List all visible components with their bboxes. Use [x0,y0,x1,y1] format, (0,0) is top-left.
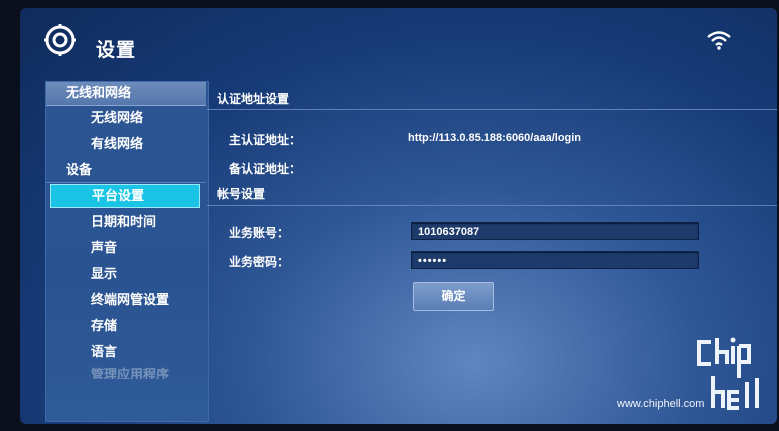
sidebar-item-sound[interactable]: 声音 [46,237,206,261]
backup-auth-label: 备认证地址： [229,162,302,176]
section-divider [207,109,777,110]
sidebar-item-wireless-network-group[interactable]: 无线和网络 [46,82,206,106]
account-section-title: 帐号设置 [217,187,266,201]
password-input[interactable]: •••••• [411,251,699,269]
sidebar-item-manage-apps[interactable]: 管理应用程序 [46,365,206,379]
settings-screen: 设置 无线和网络 无线网络 有线网络 设备 平台设置 日期和时间 声音 显示 终… [20,8,777,424]
watermark: www.chiphell.com [617,334,767,416]
section-divider [207,205,777,206]
sidebar-item-wireless[interactable]: 无线网络 [46,107,206,131]
sidebar-item-storage[interactable]: 存储 [46,315,206,339]
gear-icon [44,24,76,56]
account-input[interactable]: 1010637087 [411,222,699,240]
sidebar-item-terminal-management[interactable]: 终端网管设置 [46,289,206,313]
header: 设置 [20,8,777,86]
page-title: 设置 [96,39,137,61]
auth-section-title: 认证地址设置 [217,92,290,106]
primary-auth-address[interactable]: http://113.0.85.188:6060/aaa/login [408,132,581,144]
sidebar-item-display[interactable]: 显示 [46,263,206,287]
sidebar-item-wired[interactable]: 有线网络 [46,133,206,157]
watermark-url: www.chiphell.com [617,398,705,410]
sidebar-item-platform-settings[interactable]: 平台设置 [50,184,200,208]
settings-sidebar: 无线和网络 无线网络 有线网络 设备 平台设置 日期和时间 声音 显示 终端网管… [45,81,209,422]
sidebar-item-device-group[interactable]: 设备 [46,159,206,183]
chiphell-logo [697,337,759,410]
password-label: 业务密码： [229,255,290,269]
primary-auth-label: 主认证地址： [229,133,302,147]
sidebar-item-language[interactable]: 语言 [46,341,206,365]
confirm-button[interactable]: 确定 [413,282,494,311]
sidebar-item-date-time[interactable]: 日期和时间 [46,211,206,235]
wifi-icon [707,31,731,50]
account-label: 业务账号： [229,226,290,240]
